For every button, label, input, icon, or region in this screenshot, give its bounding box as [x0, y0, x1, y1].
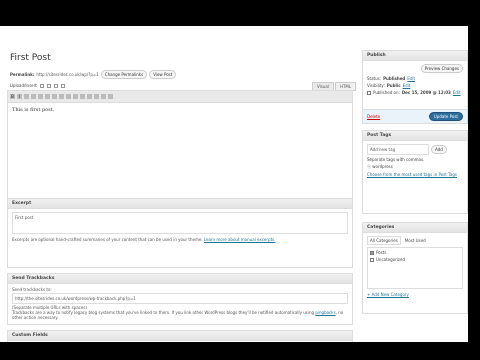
- post-tags-box: Post Tags Add new tag Add Separate tags …: [362, 130, 468, 214]
- permalink-row: Permalink: http://sitesrides.co.uk/wp/?p…: [10, 70, 177, 79]
- categories-box: Categories All Categories Most Used Post…: [362, 222, 468, 314]
- tag-input[interactable]: Add new tag: [367, 144, 429, 155]
- excerpt-header[interactable]: Excerpt: [8, 199, 352, 209]
- published-on-edit-link[interactable]: Edit: [453, 90, 461, 95]
- page-title: First Post: [10, 53, 51, 63]
- category-tabs: All Categories Most Used: [367, 236, 463, 245]
- editor-content[interactable]: This is first post.: [8, 103, 352, 117]
- bullet-list-icon[interactable]: [31, 94, 36, 99]
- more-tag-icon[interactable]: [87, 94, 92, 99]
- preview-changes-button[interactable]: Preview Changes: [420, 64, 463, 73]
- checkbox-checked[interactable]: [370, 250, 374, 255]
- spellcheck-icon[interactable]: [94, 94, 99, 99]
- category-item[interactable]: Posts: [370, 250, 460, 255]
- link-icon[interactable]: [73, 94, 78, 99]
- pingbacks-link[interactable]: pingbacks: [315, 310, 335, 315]
- update-post-button[interactable]: Update Post: [428, 112, 463, 121]
- add-audio-icon[interactable]: [53, 83, 58, 88]
- excerpt-box: Excerpt First post Excerpts are optional…: [7, 198, 353, 268]
- letterbox-right: [468, 0, 480, 360]
- tags-separate-hint: Separate tags with commas.: [367, 157, 425, 162]
- post-tags-header[interactable]: Post Tags: [363, 131, 467, 141]
- blockquote-icon[interactable]: [45, 94, 50, 99]
- category-item[interactable]: Uncategorized: [370, 257, 460, 262]
- status-value: Published: [383, 76, 406, 81]
- bold-icon[interactable]: B: [10, 94, 15, 99]
- visibility-label: Visibility:: [367, 83, 385, 88]
- delete-link[interactable]: Delete: [367, 114, 380, 119]
- video-frame: First Post Permalink: http://sitesrides.…: [0, 0, 480, 360]
- publish-header[interactable]: Publish: [363, 51, 467, 61]
- excerpt-field[interactable]: First post: [12, 212, 348, 234]
- excerpt-learn-more-link[interactable]: Learn more about manual excerpts.: [204, 237, 276, 242]
- published-on-row: Published on: Dec 15, 2009 @ 12:03 Edit: [367, 90, 463, 95]
- published-on-value: Dec 15, 2009 @ 12:03: [401, 90, 451, 95]
- published-on-label: Published on:: [373, 90, 400, 95]
- change-permalinks-button[interactable]: Change Permalinks: [100, 70, 148, 79]
- align-left-icon[interactable]: [52, 94, 57, 99]
- align-center-icon[interactable]: [59, 94, 64, 99]
- visibility-row: Visibility: Public Edit: [367, 83, 463, 88]
- tab-all-categories[interactable]: All Categories: [367, 236, 401, 245]
- wordpress-edit-post-page: First Post Permalink: http://sitesrides.…: [0, 26, 468, 342]
- letterbox-bottom: [0, 342, 480, 360]
- editor-toolbar: B I: [8, 91, 352, 103]
- letterbox-top: [0, 0, 480, 26]
- tag-item[interactable]: ⓧ wordpress: [367, 164, 463, 170]
- status-row: Status: Published Edit: [367, 76, 463, 81]
- permalink-label: Permalink:: [10, 72, 35, 77]
- excerpt-help: Excerpts are optional hand-crafted summa…: [12, 237, 203, 242]
- numbered-list-icon[interactable]: [38, 94, 43, 99]
- align-right-icon[interactable]: [66, 94, 71, 99]
- categories-header[interactable]: Categories: [363, 223, 467, 233]
- trackbacks-header[interactable]: Send Trackbacks: [8, 274, 352, 284]
- checkbox-unchecked[interactable]: [370, 257, 374, 262]
- visibility-edit-link[interactable]: Edit: [403, 83, 411, 88]
- strikethrough-icon[interactable]: [24, 94, 29, 99]
- add-media-icon[interactable]: [60, 83, 65, 88]
- italic-icon[interactable]: I: [17, 94, 22, 99]
- trackbacks-label: Send trackbacks to:: [12, 287, 52, 292]
- category-list: Posts Uncategorized: [367, 247, 463, 289]
- add-video-icon[interactable]: [46, 83, 51, 88]
- custom-fields-box: Custom Fields: [7, 330, 353, 342]
- status-edit-link[interactable]: Edit: [407, 76, 415, 81]
- view-post-button[interactable]: View Post: [149, 70, 177, 79]
- calendar-icon: [367, 90, 371, 95]
- upload-insert-row: Upload/Insert: [10, 83, 65, 88]
- trackbacks-field[interactable]: http://the.sitesrides.co.uk/wordpress/wp…: [12, 293, 348, 304]
- add-tag-button[interactable]: Add: [431, 145, 447, 154]
- add-image-icon[interactable]: [39, 83, 44, 88]
- upload-insert-label: Upload/Insert: [10, 83, 37, 88]
- category-label: Uncategorized: [376, 257, 405, 262]
- choose-tags-link[interactable]: Choose from the most used tags in Post T…: [367, 172, 463, 177]
- trackbacks-box: Send Trackbacks Send trackbacks to: http…: [7, 273, 353, 325]
- custom-fields-header[interactable]: Custom Fields: [8, 331, 352, 341]
- status-label: Status:: [367, 76, 382, 81]
- permalink-url[interactable]: http://sitesrides.co.uk/wp/?p=1: [36, 72, 98, 77]
- category-label: Posts: [376, 250, 387, 255]
- add-new-category-link[interactable]: + Add New Category: [367, 292, 463, 297]
- kitchen-sink-icon[interactable]: [108, 94, 113, 99]
- fullscreen-icon[interactable]: [101, 94, 106, 99]
- unlink-icon[interactable]: [80, 94, 85, 99]
- tab-most-used[interactable]: Most Used: [403, 237, 428, 244]
- visibility-value: Public: [386, 83, 401, 88]
- publish-box: Publish Preview Changes Status: Publishe…: [362, 50, 468, 124]
